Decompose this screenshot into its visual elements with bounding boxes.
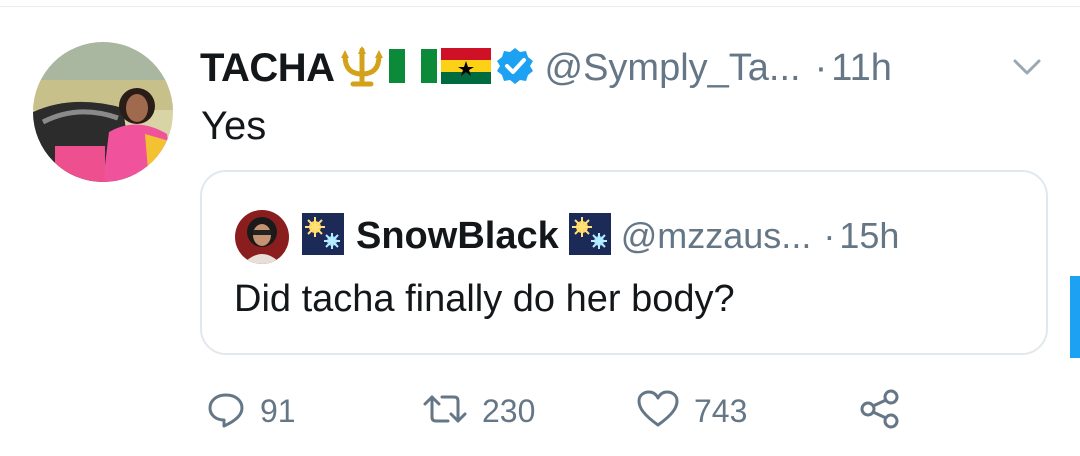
fireworks-icon	[302, 212, 344, 260]
scrollbar-thumb[interactable]	[1070, 276, 1080, 358]
quoted-tweet-card[interactable]: SnowBlack @mzzaus... · 15h Did tacha fin…	[200, 170, 1048, 355]
reply-icon	[206, 389, 246, 434]
dot-separator: ·	[823, 215, 836, 256]
author-avatar-image	[33, 42, 173, 182]
quoted-display-name[interactable]: SnowBlack	[356, 215, 559, 258]
like-count: 743	[694, 392, 748, 429]
quoted-tweet-text: Did tacha finally do her body?	[234, 278, 735, 320]
heart-icon	[636, 389, 680, 434]
retweet-icon	[422, 389, 468, 434]
reply-button[interactable]: 91	[206, 386, 296, 436]
share-button[interactable]	[858, 386, 902, 436]
fireworks-icon	[568, 212, 611, 260]
verified-badge-icon	[495, 46, 535, 91]
quoted-handle[interactable]: @mzzaus...	[621, 215, 812, 257]
ghana-flag-icon	[440, 47, 491, 89]
quoted-author-avatar[interactable]	[235, 210, 289, 264]
tweet-text: Yes	[201, 104, 267, 148]
retweet-button[interactable]: 230	[422, 386, 535, 436]
nigeria-flag-icon	[388, 48, 437, 88]
quoted-timestamp[interactable]: 15h	[839, 215, 899, 257]
reply-count: 91	[260, 392, 296, 429]
trident-icon	[339, 44, 385, 93]
dot-separator: ·	[814, 46, 828, 89]
quoted-author-avatar-image	[235, 210, 289, 264]
top-divider	[0, 6, 1080, 7]
tweet-header: TACHA @Symply_Ta... · 11h	[200, 40, 892, 96]
like-button[interactable]: 743	[636, 386, 747, 436]
author-handle[interactable]: @Symply_Ta...	[545, 47, 801, 90]
author-display-name[interactable]: TACHA	[200, 46, 335, 91]
quoted-tweet-header: SnowBlack @mzzaus... · 15h	[298, 208, 899, 264]
share-icon	[858, 389, 902, 434]
chevron-down-icon[interactable]	[1010, 52, 1044, 82]
retweet-count: 230	[482, 392, 536, 429]
tweet-timestamp[interactable]: 11h	[831, 47, 892, 90]
author-avatar[interactable]	[33, 42, 173, 182]
tweet-action-bar: 91 230 743	[200, 386, 1000, 436]
